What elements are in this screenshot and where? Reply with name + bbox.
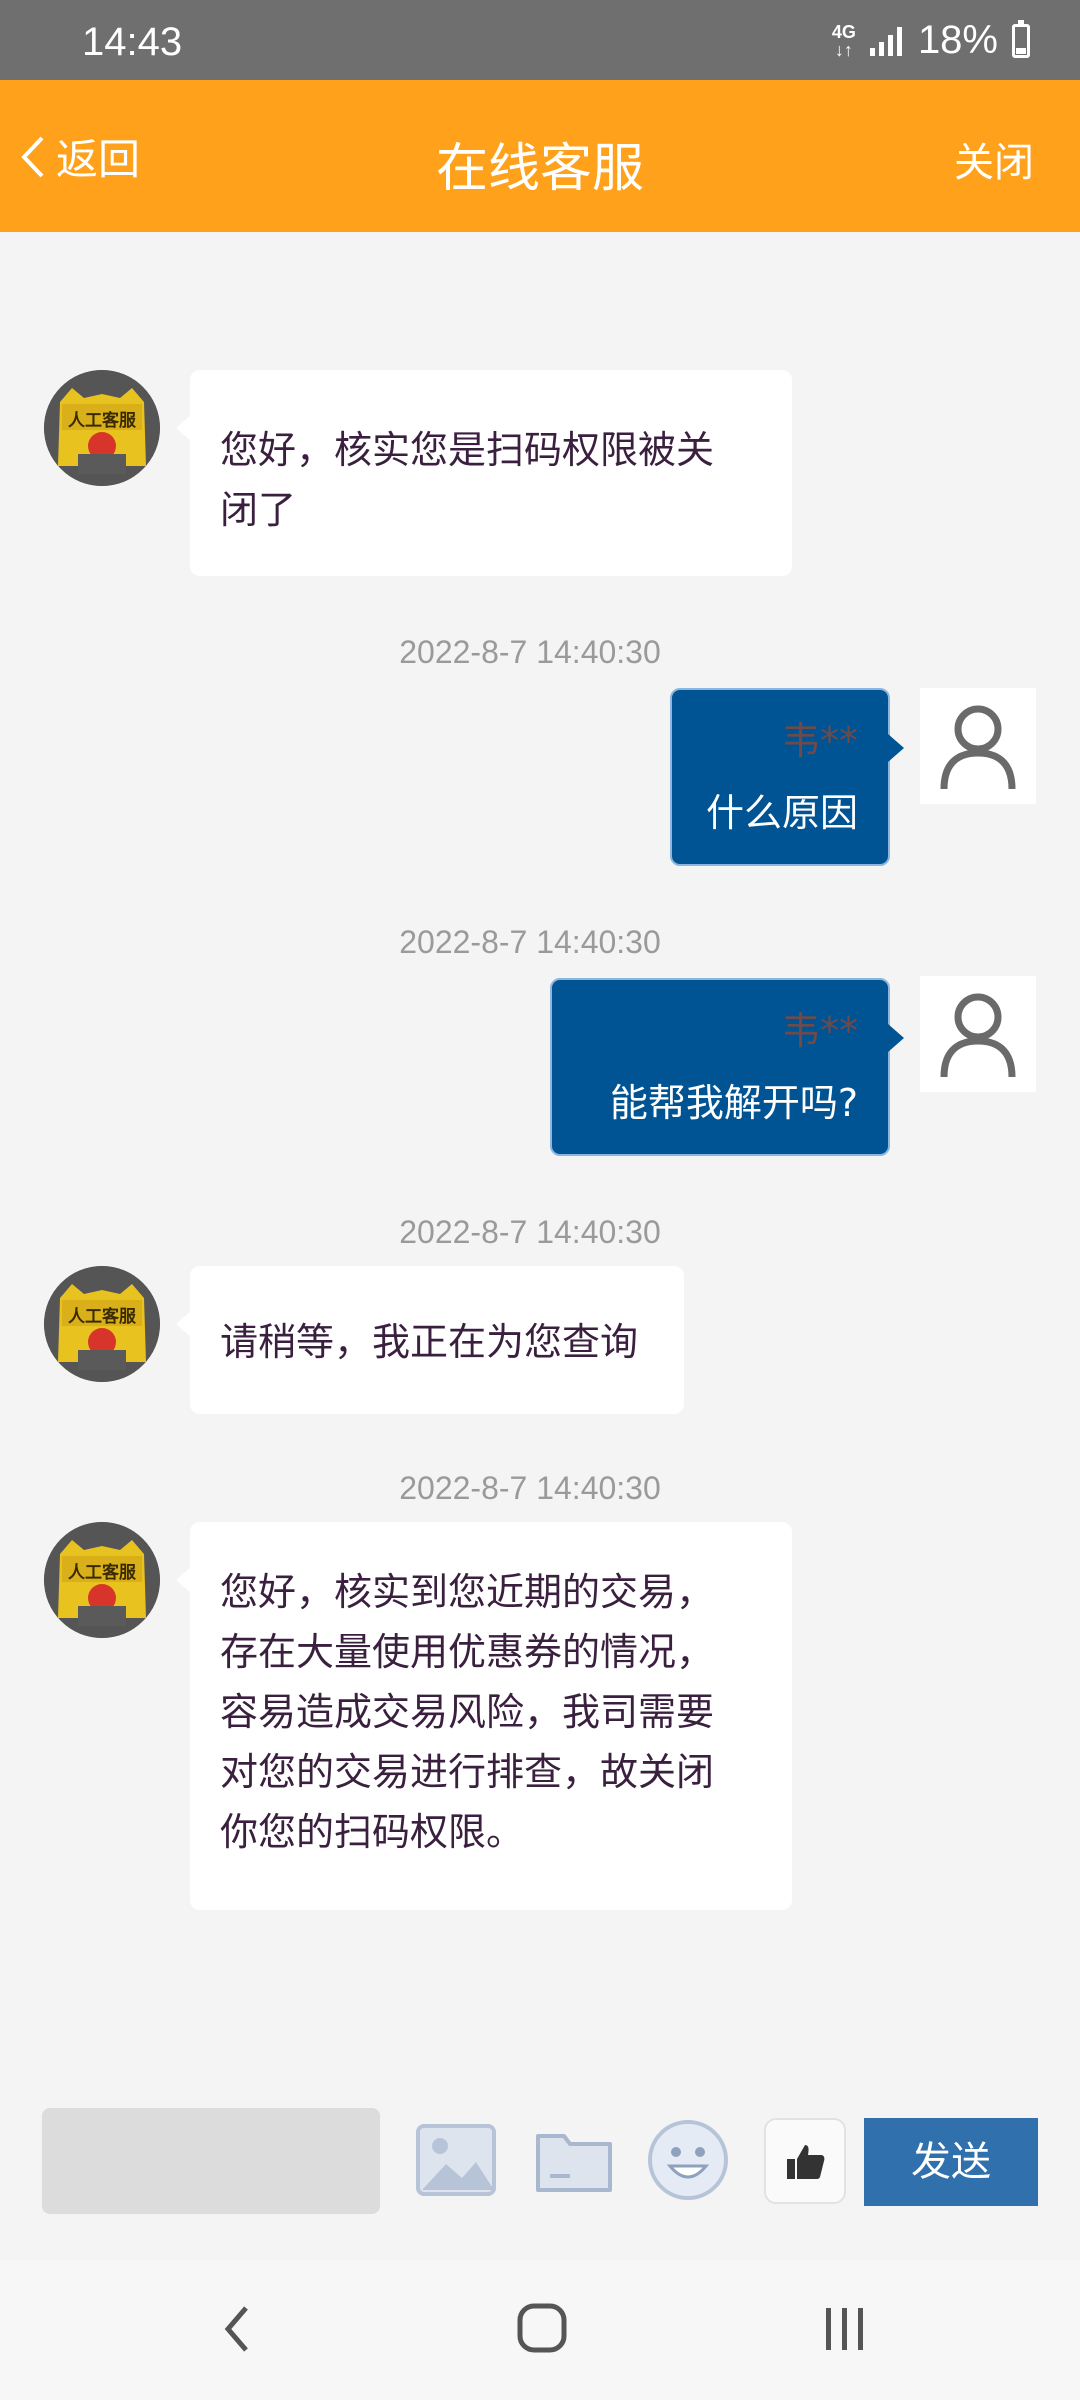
message-line: 对您的交易进行排查，故关闭 <box>220 1750 715 1794</box>
message-line: 请稍等，我正在为您查询 <box>220 1320 639 1364</box>
message-text: 能帮我解开吗? <box>609 1081 858 1125</box>
nav-back-icon[interactable] <box>222 2304 252 2354</box>
message-line: 你您的扫码权限。 <box>220 1810 525 1854</box>
agent-message: 请稍等，我正在为您查询 <box>176 1266 684 1414</box>
agent-message: 您好，核实到您近期的交易， 存在大量使用优惠券的情况， 容易造成交易风险，我司需… <box>176 1522 792 1910</box>
message-text: 什么原因 <box>705 791 858 835</box>
message-line: 容易造成交易风险，我司需要 <box>220 1690 715 1734</box>
network-icon: 4G ↓↑ <box>831 21 856 60</box>
status-time: 14:43 <box>82 20 183 64</box>
nav-recents-icon[interactable] <box>822 2306 868 2352</box>
emoji-icon[interactable] <box>646 2118 730 2202</box>
page-title: 在线客服 <box>435 139 644 199</box>
header: 返回 在线客服 关闭 <box>0 80 1080 232</box>
message-input[interactable] <box>42 2108 380 2214</box>
status-icons: 4G ↓↑ 18% <box>832 18 1030 63</box>
timestamp: 2022-8-7 14:40:30 <box>399 924 661 960</box>
folder-icon[interactable] <box>532 2118 616 2202</box>
agent-avatar-label: 人工客服 <box>68 1307 136 1327</box>
image-icon[interactable] <box>414 2118 498 2202</box>
close-button[interactable]: 关闭 <box>954 130 1034 188</box>
timestamp: 2022-8-7 14:40:30 <box>399 634 661 670</box>
message-line: 您好，核实您是扫码权限被关 <box>220 428 715 472</box>
sender-name: 韦** <box>781 1009 858 1053</box>
agent-avatar-label: 人工客服 <box>68 1563 136 1583</box>
agent-message: 您好，核实您是扫码权限被关 闭了 <box>176 370 792 576</box>
signal-icon <box>869 26 902 56</box>
battery-icon <box>1012 19 1030 58</box>
battery-percent: 18% <box>917 18 998 62</box>
user-avatar[interactable] <box>920 688 1036 804</box>
thumbs-up-icon[interactable] <box>764 2118 846 2204</box>
message-line: 存在大量使用优惠券的情况， <box>220 1630 715 1674</box>
agent-avatar[interactable]: 人工客服 <box>44 1266 160 1382</box>
system-nav-bar <box>0 2260 1080 2400</box>
user-icon <box>940 993 1016 1078</box>
user-message: 韦** 什么原因 <box>670 688 904 866</box>
message-line: 您好，核实到您近期的交易， <box>220 1570 715 1614</box>
nav-home-icon[interactable] <box>516 2302 568 2354</box>
agent-avatar[interactable]: 人工客服 <box>44 1522 160 1638</box>
message-line: 闭了 <box>220 488 297 532</box>
agent-avatar[interactable]: 人工客服 <box>44 370 160 486</box>
timestamp: 2022-8-7 14:40:30 <box>399 1214 661 1250</box>
sender-name: 韦** <box>781 719 858 763</box>
network-label: 4G <box>831 21 856 42</box>
agent-avatar-label: 人工客服 <box>68 411 136 431</box>
status-bar: 14:43 4G ↓↑ 18% <box>0 0 1080 80</box>
user-avatar[interactable] <box>920 976 1036 1092</box>
timestamp: 2022-8-7 14:40:30 <box>399 1470 661 1506</box>
user-icon <box>940 705 1016 790</box>
send-button[interactable]: 发送 <box>864 2118 1038 2206</box>
user-message: 韦** 能帮我解开吗? <box>550 978 904 1156</box>
